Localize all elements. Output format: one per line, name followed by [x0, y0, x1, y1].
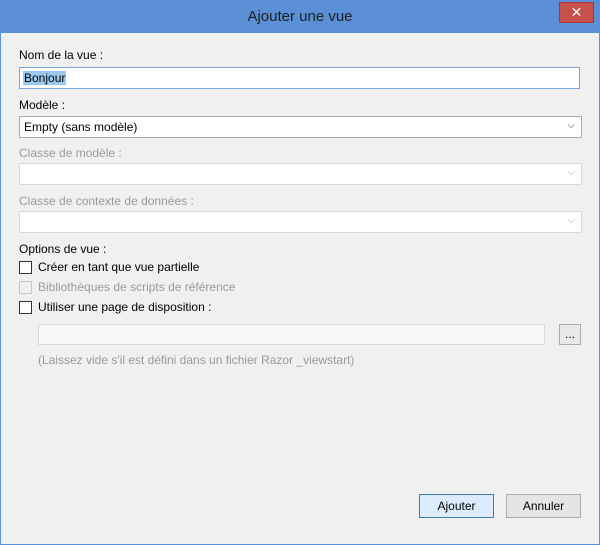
- close-button[interactable]: ✕: [559, 2, 594, 23]
- layout-page-input[interactable]: [38, 324, 545, 345]
- chevron-down-icon: ⌵: [567, 120, 575, 131]
- model-class-label: Classe de modèle :: [19, 146, 122, 160]
- view-name-label: Nom de la vue :: [19, 48, 104, 62]
- view-name-input[interactable]: Bonjour: [19, 67, 580, 89]
- window-title: Ajouter une vue: [247, 8, 353, 25]
- template-value: Empty (sans modèle): [24, 120, 138, 134]
- script-libraries-label: Bibliothèques de scripts de référence: [38, 280, 236, 294]
- title-bar[interactable]: Ajouter une vue ✕: [1, 1, 599, 33]
- partial-view-checkbox[interactable]: [19, 261, 32, 274]
- data-context-select[interactable]: ⌵: [19, 211, 582, 233]
- partial-view-label[interactable]: Créer en tant que vue partielle: [38, 260, 199, 274]
- add-button[interactable]: Ajouter: [419, 494, 494, 518]
- layout-page-checkbox[interactable]: [19, 301, 32, 314]
- template-label: Modèle :: [19, 98, 66, 112]
- add-view-dialog: Ajouter une vue ✕ Nom de la vue : Bonjou…: [0, 0, 600, 545]
- view-name-value: Bonjour: [23, 71, 67, 85]
- template-select[interactable]: Empty (sans modèle) ⌵: [19, 116, 582, 138]
- dialog-body: Nom de la vue : Bonjour Modèle : Empty (…: [8, 33, 592, 538]
- layout-hint: (Laissez vide s'il est défini dans un fi…: [38, 353, 355, 367]
- data-context-label: Classe de contexte de données :: [19, 194, 194, 208]
- chevron-down-icon: ⌵: [567, 167, 575, 178]
- options-heading: Options de vue :: [19, 242, 107, 256]
- layout-page-label[interactable]: Utiliser une page de disposition :: [38, 300, 211, 314]
- browse-button[interactable]: ...: [559, 324, 581, 345]
- chevron-down-icon: ⌵: [567, 215, 575, 226]
- script-libraries-checkbox[interactable]: [19, 281, 32, 294]
- close-icon: ✕: [570, 4, 583, 20]
- model-class-select[interactable]: ⌵: [19, 163, 582, 185]
- cancel-button[interactable]: Annuler: [506, 494, 581, 518]
